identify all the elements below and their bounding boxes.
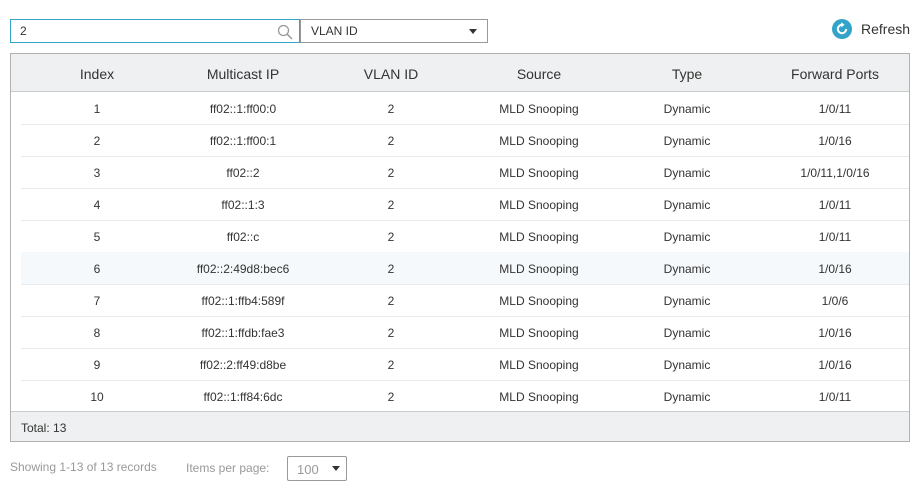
cell-index: 10	[90, 390, 104, 404]
cell-index: 4	[93, 198, 101, 212]
cell-forward-ports: 1/0/11	[818, 390, 852, 404]
column-header-vlan-id[interactable]: VLAN ID	[346, 66, 436, 82]
table-row[interactable]: 9 ff02::2:ff49:d8be 2 MLD Snooping Dynamic 1/…	[21, 348, 909, 381]
cell-index: 6	[93, 262, 101, 276]
cell-forward-ports: 1/0/11	[818, 198, 852, 212]
cell-multicast-ip: ff02::2:ff49:d8be	[199, 358, 287, 372]
cell-source: MLD Snooping	[499, 166, 579, 180]
column-header-type[interactable]: Type	[647, 66, 727, 82]
refresh-icon	[832, 19, 852, 39]
cell-type: Dynamic	[663, 134, 711, 148]
cell-vlan-id: 2	[387, 166, 395, 180]
cell-source: MLD Snooping	[499, 134, 579, 148]
cell-type: Dynamic	[663, 294, 711, 308]
cell-source: MLD Snooping	[499, 358, 579, 372]
cell-multicast-ip: ff02::1:ff00:0	[209, 102, 277, 116]
cell-forward-ports: 1/0/16	[818, 134, 852, 148]
table-row[interactable]: 4 ff02::1:3 2 MLD Snooping Dynamic 1/0/11	[21, 188, 909, 221]
cell-index: 3	[93, 166, 101, 180]
cell-type: Dynamic	[663, 166, 711, 180]
records-summary: Showing 1-13 of 13 records	[10, 460, 157, 474]
cell-source: MLD Snooping	[499, 102, 579, 116]
search-box[interactable]	[10, 19, 300, 43]
cell-multicast-ip: ff02::1:ff84:6dc	[203, 390, 283, 404]
cell-forward-ports: 1/0/16	[818, 326, 852, 340]
cell-vlan-id: 2	[387, 134, 395, 148]
multicast-table: Index Multicast IP VLAN ID Source Type F…	[10, 53, 910, 442]
cell-index: 7	[93, 294, 101, 308]
table-footer: Total: 13	[11, 411, 909, 441]
column-header-index[interactable]: Index	[63, 66, 131, 82]
toolbar: VLAN ID Refresh	[0, 0, 918, 50]
cell-multicast-ip: ff02::2:49d8:bec6	[196, 262, 290, 276]
cell-type: Dynamic	[663, 102, 711, 116]
refresh-label: Refresh	[861, 21, 911, 37]
cell-source: MLD Snooping	[499, 326, 579, 340]
items-per-page-value: 100	[297, 462, 319, 477]
chevron-down-icon	[332, 466, 340, 471]
cell-type: Dynamic	[663, 326, 711, 340]
cell-type: Dynamic	[663, 358, 711, 372]
total-count: Total: 13	[21, 421, 67, 435]
cell-forward-ports: 1/0/16	[818, 358, 852, 372]
cell-forward-ports: 1/0/6	[821, 294, 849, 308]
table-row[interactable]: 6 ff02::2:49d8:bec6 2 MLD Snooping Dynamic 1/…	[21, 252, 909, 285]
cell-multicast-ip: ff02::2	[226, 166, 260, 180]
chevron-down-icon	[469, 29, 477, 34]
cell-multicast-ip: ff02::1:ff00:1	[209, 134, 277, 148]
cell-index: 8	[93, 326, 101, 340]
cell-multicast-ip: ff02::1:ffb4:589f	[201, 294, 285, 308]
table-header: Index Multicast IP VLAN ID Source Type F…	[11, 54, 909, 92]
table-row[interactable]: 7 ff02::1:ffb4:589f 2 MLD Snooping Dynamic 1/…	[21, 284, 909, 317]
cell-vlan-id: 2	[387, 294, 395, 308]
cell-index: 1	[93, 102, 101, 116]
items-per-page-select[interactable]: 100	[287, 456, 347, 481]
cell-type: Dynamic	[663, 390, 711, 404]
cell-vlan-id: 2	[387, 262, 395, 276]
search-input[interactable]	[11, 20, 276, 42]
cell-vlan-id: 2	[387, 230, 395, 244]
column-header-source[interactable]: Source	[489, 66, 589, 82]
cell-forward-ports: 1/0/11,1/0/16	[800, 166, 870, 180]
table-row[interactable]: 2 ff02::1:ff00:1 2 MLD Snooping Dynamic 1/0/1…	[21, 124, 909, 157]
cell-forward-ports: 1/0/16	[818, 262, 852, 276]
cell-index: 9	[93, 358, 101, 372]
cell-vlan-id: 2	[387, 198, 395, 212]
column-header-forward-ports[interactable]: Forward Ports	[775, 66, 895, 82]
cell-source: MLD Snooping	[499, 262, 579, 276]
cell-vlan-id: 2	[387, 390, 395, 404]
cell-forward-ports: 1/0/11	[818, 230, 852, 244]
cell-multicast-ip: ff02::c	[226, 230, 260, 244]
pagination: Showing 1-13 of 13 records Items per pag…	[0, 455, 918, 485]
cell-source: MLD Snooping	[499, 294, 579, 308]
cell-multicast-ip: ff02::1:3	[221, 198, 265, 212]
table-row[interactable]: 10 ff02::1:ff84:6dc 2 MLD Snooping Dynamic 1/…	[21, 380, 909, 413]
table-row[interactable]: 8 ff02::1:ffdb:fae3 2 MLD Snooping Dynamic 1/…	[21, 316, 909, 349]
table-row[interactable]: 3 ff02::2 2 MLD Snooping Dynamic 1/0/11,1/0/1…	[21, 156, 909, 189]
table-row[interactable]: 1 ff02::1:ff00:0 2 MLD Snooping Dynamic 1/0/1…	[21, 92, 909, 125]
cell-source: MLD Snooping	[499, 230, 579, 244]
cell-vlan-id: 2	[387, 102, 395, 116]
cell-type: Dynamic	[663, 262, 711, 276]
cell-forward-ports: 1/0/11	[818, 102, 852, 116]
cell-type: Dynamic	[663, 230, 711, 244]
cell-type: Dynamic	[663, 198, 711, 212]
items-per-page-label: Items per page:	[186, 461, 270, 475]
cell-source: MLD Snooping	[499, 390, 579, 404]
column-header-multicast-ip[interactable]: Multicast IP	[183, 66, 303, 82]
cell-vlan-id: 2	[387, 326, 395, 340]
cell-index: 2	[93, 134, 101, 148]
filter-field-value: VLAN ID	[311, 24, 358, 38]
filter-field-select[interactable]: VLAN ID	[300, 19, 488, 43]
search-icon[interactable]	[277, 24, 293, 40]
cell-multicast-ip: ff02::1:ffdb:fae3	[201, 326, 285, 340]
cell-vlan-id: 2	[387, 358, 395, 372]
cell-index: 5	[93, 230, 101, 244]
cell-source: MLD Snooping	[499, 198, 579, 212]
table-row[interactable]: 5 ff02::c 2 MLD Snooping Dynamic 1/0/11	[21, 220, 909, 253]
